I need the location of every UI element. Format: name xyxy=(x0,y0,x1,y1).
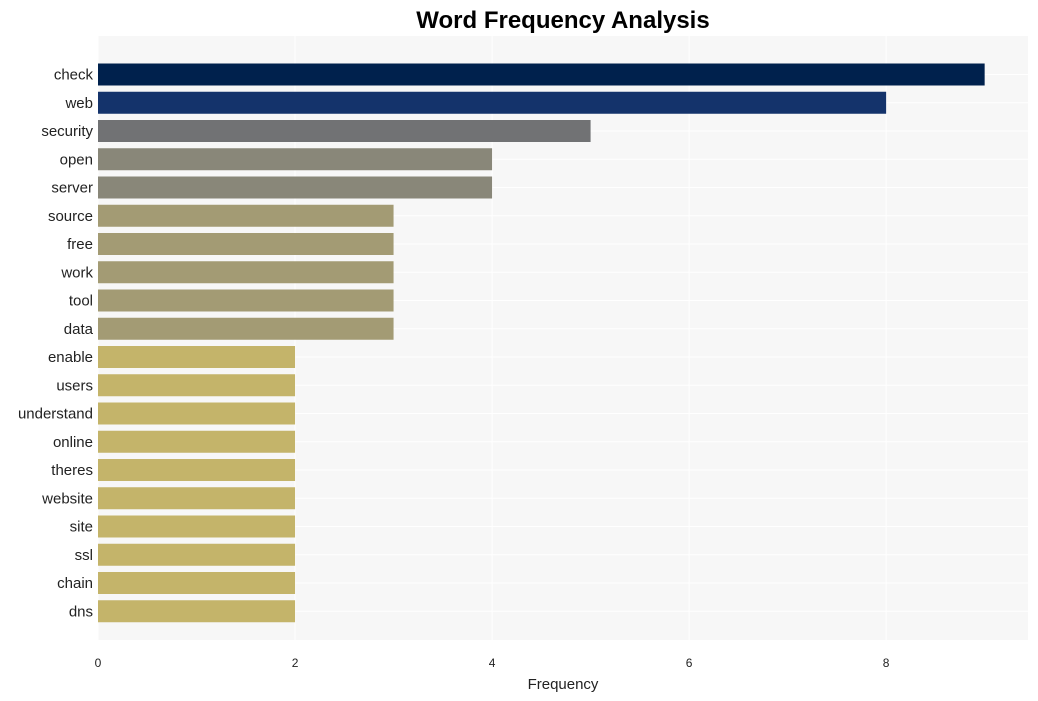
y-label-open: open xyxy=(60,151,93,168)
y-label-free: free xyxy=(67,236,93,253)
bar-users xyxy=(98,374,296,397)
y-label-tool: tool xyxy=(69,293,93,310)
y-label-source: source xyxy=(48,208,93,225)
y-label-users: users xyxy=(56,377,93,394)
bar-enable xyxy=(98,346,296,368)
y-label-web: web xyxy=(64,95,93,112)
bar-online xyxy=(98,430,296,453)
bar-security xyxy=(98,120,591,142)
bar-tool xyxy=(98,289,394,312)
bar-server xyxy=(98,176,493,199)
x-tick-label: 8 xyxy=(883,656,890,670)
chart-title: Word Frequency Analysis xyxy=(416,7,709,34)
bar-ssl xyxy=(98,543,296,566)
bar-dns xyxy=(98,600,296,623)
bar-web xyxy=(98,91,887,114)
y-label-site: site xyxy=(70,519,93,536)
bar-source xyxy=(98,204,394,227)
x-axis-ticks: 0 2 4 6 8 xyxy=(95,656,890,670)
bar-website xyxy=(98,487,296,510)
y-label-understand: understand xyxy=(18,406,93,423)
bar-theres xyxy=(98,459,296,481)
y-label-online: online xyxy=(53,434,93,451)
bar-open xyxy=(98,148,493,171)
x-axis-label: Frequency xyxy=(528,676,599,693)
y-label-check: check xyxy=(54,67,94,84)
bar-data xyxy=(98,317,394,340)
x-tick-label: 6 xyxy=(686,656,693,670)
y-axis-labels: check web security open server source free work… xyxy=(18,67,94,621)
word-frequency-chart: check web security open server source free work… xyxy=(18,7,1028,693)
y-label-security: security xyxy=(41,123,93,140)
bar-work xyxy=(98,261,394,284)
x-tick-label: 0 xyxy=(95,656,102,670)
bar-site xyxy=(98,515,296,538)
bar-free xyxy=(98,233,394,255)
x-tick-label: 2 xyxy=(292,656,299,670)
y-label-dns: dns xyxy=(69,603,93,620)
bar-understand xyxy=(98,402,296,425)
y-label-enable: enable xyxy=(48,349,93,366)
x-tick-label: 4 xyxy=(489,656,496,670)
y-label-ssl: ssl xyxy=(75,547,93,564)
y-label-website: website xyxy=(41,490,93,507)
bar-chain xyxy=(98,572,296,594)
y-label-work: work xyxy=(60,264,93,281)
y-label-chain: chain xyxy=(57,575,93,592)
bar-check xyxy=(98,63,985,86)
y-label-theres: theres xyxy=(51,462,93,479)
y-label-data: data xyxy=(64,321,94,338)
y-label-server: server xyxy=(51,180,93,197)
